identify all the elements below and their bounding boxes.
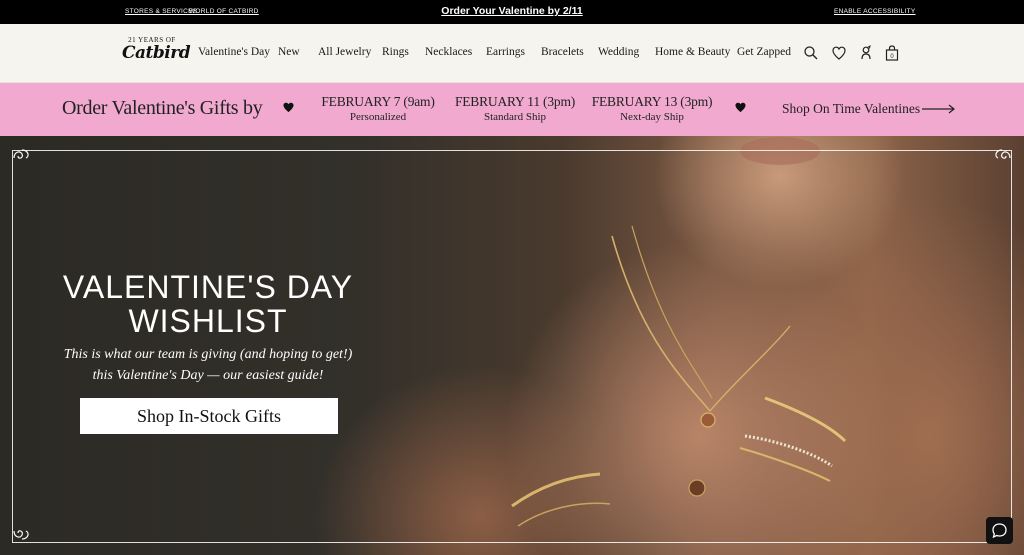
catbird-logo[interactable]: 21 YEARS OF Catbird [122,36,191,72]
chat-icon [992,523,1007,539]
nav-item-wedding[interactable]: Wedding [598,46,639,58]
nav-item-home-beauty[interactable]: Home & Beauty [655,46,730,58]
corner-ornament-icon [995,149,1011,159]
nav-item-bracelets[interactable]: Bracelets [541,46,584,58]
site-header: 21 YEARS OF Catbird Valentine's Day New … [0,24,1024,83]
deadline-standard-ship: FEBRUARY 11 (3pm) Standard Ship [453,94,577,123]
hero-subtitle-line1: This is what our team is giving (and hop… [63,347,353,362]
arrow-right-icon[interactable] [922,104,956,114]
deadline-personalized: FEBRUARY 7 (9am) Personalized [318,94,438,123]
hero-subtitle-line2: this Valentine's Day — our easiest guide… [92,368,324,383]
search-icon[interactable] [803,44,819,62]
bag-icon[interactable]: 0 [884,44,900,62]
deadline-label: Personalized [349,111,407,123]
corner-ornament-icon [13,530,29,540]
deadline-label: Next-day Ship [620,111,684,123]
enable-accessibility-link[interactable]: ENABLE ACCESSIBILITY [834,8,916,15]
cart-count: 0 [890,54,894,60]
banner-lead-text: Order Valentine's Gifts by [62,97,263,119]
corner-ornament-icon [13,149,29,159]
shop-on-time-valentines-link[interactable]: Shop On Time Valentines [782,101,920,117]
hero-banner[interactable]: VALENTINE'S DAY WISHLIST This is what ou… [0,136,1024,555]
hero-subtitle: This is what our team is giving (and hop… [0,344,416,386]
nav-item-earrings[interactable]: Earrings [486,46,525,58]
nav-item-rings[interactable]: Rings [382,46,409,58]
hero-title-line2: WISHLIST [128,303,288,339]
nav-item-get-zapped[interactable]: Get Zapped [737,46,791,58]
logo-wordmark: Catbird [122,43,191,63]
deadline-date: FEBRUARY 7 (9am) [321,94,435,109]
heart-bullet-icon [283,102,294,113]
nav-item-valentines-day[interactable]: Valentine's Day [198,46,270,58]
nav-item-all-jewelry[interactable]: All Jewelry [318,46,371,58]
nav-item-new[interactable]: New [278,46,300,58]
shop-in-stock-gifts-button[interactable]: Shop In-Stock Gifts [80,398,338,434]
heart-bullet-icon [735,102,746,113]
hero-title-line1: VALENTINE'S DAY [62,269,354,305]
nav-item-necklaces[interactable]: Necklaces [425,46,472,58]
top-utility-bar: STORES & SERVICES WORLD OF CATBIRD Order… [0,0,1024,24]
deadline-date: FEBRUARY 11 (3pm) [454,94,576,109]
chat-widget-button[interactable] [986,517,1013,544]
deadline-date: FEBRUARY 13 (3pm) [591,94,713,109]
hero-title: VALENTINE'S DAY WISHLIST [0,270,416,338]
heart-icon[interactable] [831,44,847,62]
account-icon[interactable] [858,44,874,62]
valentines-deadline-banner: Order Valentine's Gifts by FEBRUARY 7 (9… [0,83,1024,136]
deadline-next-day-ship: FEBRUARY 13 (3pm) Next-day Ship [590,94,714,123]
deadline-label: Standard Ship [483,111,547,123]
